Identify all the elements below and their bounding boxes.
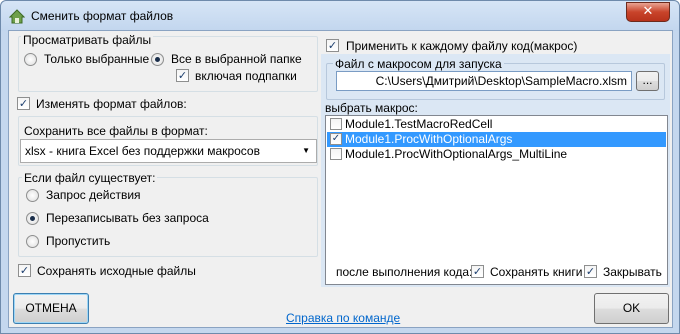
radio-all-in-folder[interactable] (151, 53, 164, 66)
macro-item-label: Module1.ProcWithOptionalArgs (345, 132, 513, 146)
change-format-label: Изменять формат файлов: (36, 97, 187, 111)
ok-button-label: OK (622, 301, 641, 315)
chevron-down-icon: ▼ (302, 146, 310, 155)
macro-item-checkbox[interactable] (330, 118, 342, 130)
apply-macro-checkbox[interactable]: ✓ (326, 39, 339, 52)
radio-overwrite[interactable] (26, 212, 39, 225)
macro-file-path-value: C:\Users\Дмитрий\Desktop\SampleMacro.xls… (375, 74, 627, 88)
radio-overwrite-label: Перезаписывать без запроса (46, 211, 209, 225)
apply-macro-label: Применить к каждому файлу код(макрос) (346, 39, 578, 53)
change-format-checkbox[interactable]: ✓ (17, 97, 30, 110)
format-dropdown[interactable]: xlsx - книга Excel без поддержки макросо… (20, 139, 317, 163)
dialog-window: Сменить формат файлов ✕ Просматривать фа… (0, 0, 680, 334)
browse-file-button-label: ... (642, 73, 653, 87)
choose-macro-label: выбрать макрос: (325, 101, 418, 115)
macro-panel: Файл с макросом для запуска C:\Users\Дми… (321, 54, 670, 287)
macro-item-label: Module1.ProcWithOptionalArgs_MultiLine (345, 147, 568, 161)
close-books-label: Закрывать (603, 265, 662, 279)
macro-item-checkbox[interactable]: ✓ (330, 133, 342, 145)
radio-selected-only[interactable] (24, 53, 37, 66)
ok-button[interactable]: OK (594, 293, 669, 324)
keep-originals-checkbox[interactable]: ✓ (18, 264, 31, 277)
list-item[interactable]: ✓ Module1.ProcWithOptionalArgs (327, 132, 666, 147)
include-subfolders-checkbox[interactable]: ✓ (176, 69, 189, 82)
macro-file-path-field[interactable]: C:\Users\Дмитрий\Desktop\SampleMacro.xls… (336, 71, 632, 91)
app-icon (9, 9, 25, 24)
radio-selected-only-label: Только выбранные (44, 52, 150, 66)
format-dropdown-value: xlsx - книга Excel без поддержки макросо… (25, 144, 260, 158)
close-window-button[interactable]: ✕ (626, 2, 670, 22)
macro-list[interactable]: Module1.TestMacroRedCell ✓ Module1.ProcW… (325, 115, 668, 285)
macro-item-checkbox[interactable] (330, 148, 342, 160)
close-icon: ✕ (642, 4, 654, 19)
save-books-checkbox[interactable]: ✓ (471, 265, 484, 278)
radio-ask-action-label: Запрос действия (46, 188, 141, 202)
save-format-label: Сохранить все файлы в формат: (24, 124, 208, 138)
include-subfolders-label: включая подпапки (195, 69, 297, 83)
list-item[interactable]: Module1.TestMacroRedCell (327, 117, 666, 132)
cancel-button[interactable]: ОТМЕНА (13, 293, 89, 324)
cancel-button-label: ОТМЕНА (25, 301, 77, 315)
radio-all-in-folder-label: Все в выбранной папке (171, 52, 302, 66)
radio-skip[interactable] (26, 235, 39, 248)
macro-file-legend: Файл с макросом для запуска (333, 57, 504, 71)
save-books-label: Сохранять книги (490, 265, 583, 279)
radio-ask-action[interactable] (26, 189, 39, 202)
keep-originals-label: Сохранять исходные файлы (37, 264, 196, 278)
browse-file-button[interactable]: ... (636, 71, 659, 91)
macro-item-label: Module1.TestMacroRedCell (345, 117, 493, 131)
radio-skip-label: Пропустить (46, 234, 111, 248)
dialog-body: Просматривать файлы Только выбранные Все… (8, 30, 673, 328)
after-run-label: после выполнения кода: (336, 265, 473, 279)
browse-files-legend: Просматривать файлы (21, 33, 154, 47)
help-link[interactable]: Справка по команде (286, 311, 400, 325)
close-books-checkbox[interactable]: ✓ (584, 265, 597, 278)
window-title: Сменить формат файлов (31, 9, 174, 23)
title-bar: Сменить формат файлов ✕ (1, 1, 679, 31)
if-exists-legend: Если файл существует: (22, 171, 158, 185)
list-item[interactable]: Module1.ProcWithOptionalArgs_MultiLine (327, 147, 666, 162)
